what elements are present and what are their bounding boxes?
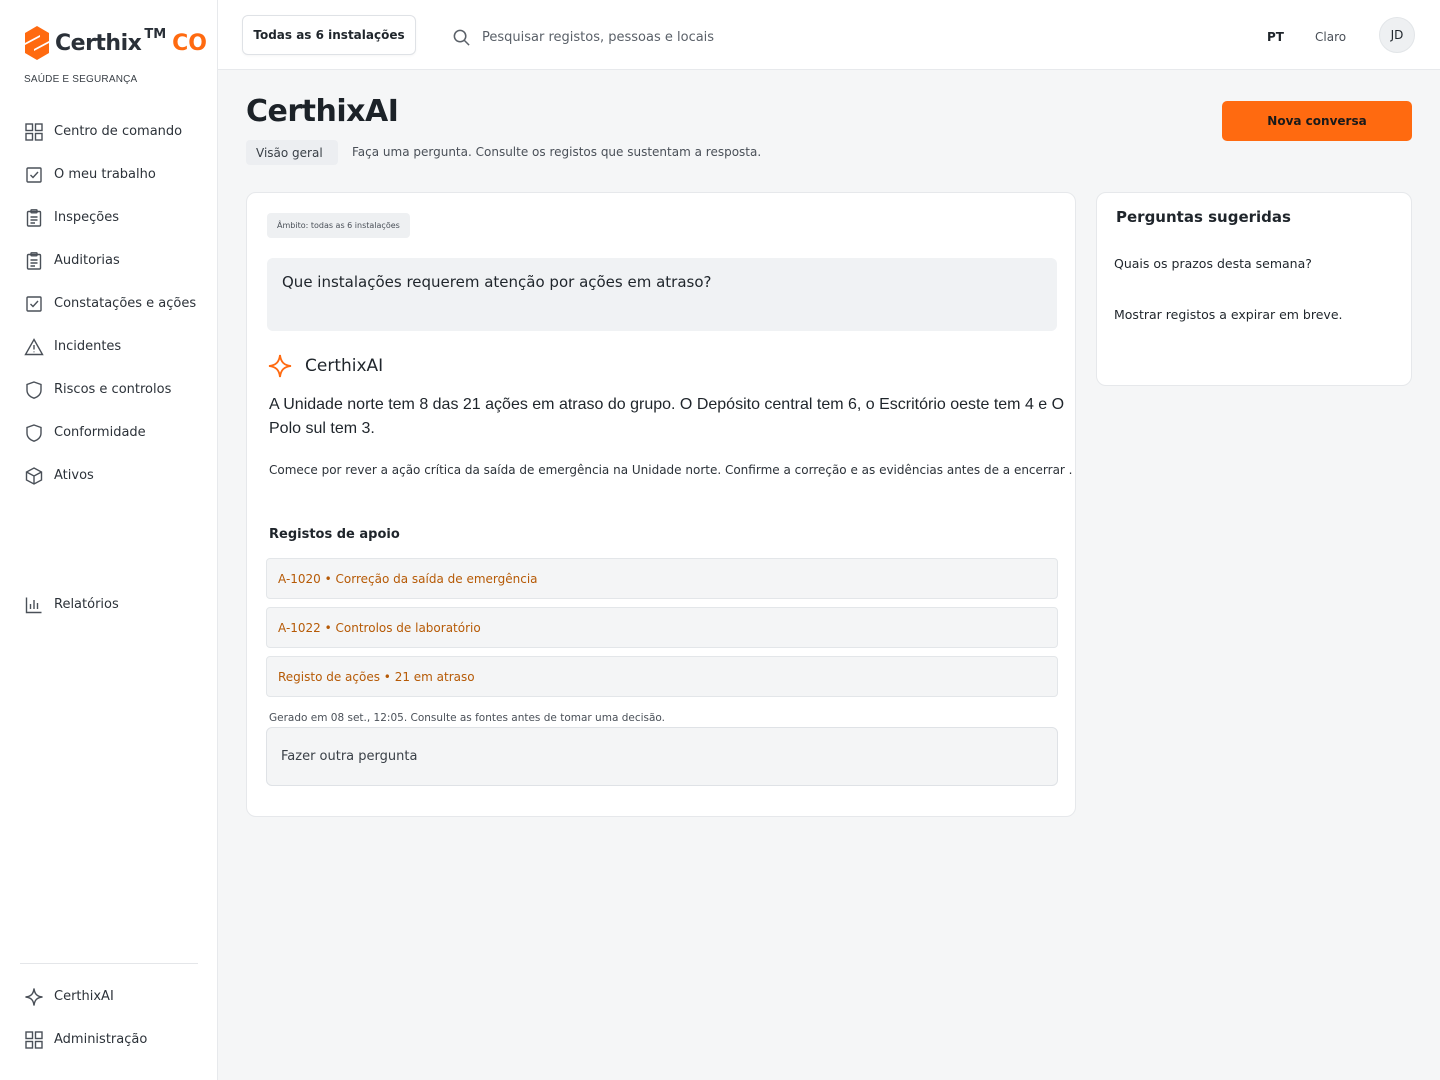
avatar[interactable]: JD bbox=[1379, 17, 1415, 53]
sidebar-item-label: CerthixAI bbox=[54, 989, 114, 1004]
record-link[interactable]: A-1022 • Controlos de laboratório bbox=[266, 607, 1058, 648]
suggested-questions-title: Perguntas sugeridas bbox=[1116, 208, 1291, 226]
sidebar-item-my-work[interactable]: O meu trabalho bbox=[20, 153, 200, 196]
sidebar-item-administration[interactable]: Administração bbox=[20, 1018, 200, 1061]
assistant-name: CerthixAI bbox=[305, 356, 384, 376]
sidebar-item-label: O meu trabalho bbox=[54, 167, 156, 182]
brand-subtitle: SAÚDE E SEGURANÇA bbox=[24, 74, 138, 85]
sidebar-item-label: Incidentes bbox=[54, 339, 122, 354]
checkbox-icon bbox=[26, 166, 42, 183]
warning-icon bbox=[24, 337, 44, 355]
assistant-header: CerthixAI bbox=[267, 353, 383, 379]
sidebar-reports-nav: Relatórios bbox=[20, 583, 200, 626]
page-subtitle: Faça uma pergunta. Consulte os registos … bbox=[352, 145, 762, 159]
shield-icon bbox=[26, 380, 42, 399]
search-input[interactable] bbox=[482, 29, 862, 45]
sidebar-item-label: Relatórios bbox=[54, 597, 119, 612]
sidebar-bottom-nav: CerthixAI Administração bbox=[20, 975, 200, 1061]
search-bar bbox=[452, 24, 872, 50]
grid-icon bbox=[25, 122, 43, 141]
clipboard-icon bbox=[26, 251, 42, 270]
sidebar-item-label: Conformidade bbox=[54, 425, 146, 440]
sparkle-icon bbox=[25, 987, 43, 1006]
sidebar-item-label: Constatações e ações bbox=[54, 296, 197, 311]
sidebar-item-audits[interactable]: Auditorias bbox=[20, 239, 200, 282]
sidebar-item-label: Ativos bbox=[54, 468, 94, 483]
grid-icon bbox=[25, 1030, 43, 1049]
sidebar-item-certhixai[interactable]: CerthixAI bbox=[20, 975, 200, 1018]
sidebar-item-label: Inspeções bbox=[54, 210, 119, 225]
sidebar-divider bbox=[20, 963, 198, 964]
suggested-question[interactable]: Mostrar registos a expirar em breve. bbox=[1114, 307, 1342, 322]
assistant-answer: A Unidade norte tem 8 das 21 ações em at… bbox=[269, 396, 1065, 437]
suggested-questions-panel: Perguntas sugeridas Quais os prazos dest… bbox=[1096, 192, 1412, 386]
generated-note: Gerado em 08 set., 12:05. Consulte as fo… bbox=[269, 712, 666, 724]
breadcrumb[interactable]: Visão geral bbox=[246, 140, 338, 165]
chat-panel: Âmbito: todas as 6 instalações Que insta… bbox=[246, 192, 1076, 817]
shield-icon bbox=[26, 423, 42, 442]
scope-tag: Âmbito: todas as 6 instalações bbox=[267, 213, 410, 238]
sidebar-item-compliance[interactable]: Conformidade bbox=[20, 411, 200, 454]
theme-toggle[interactable]: Claro bbox=[1315, 30, 1346, 44]
sidebar-item-risks-controls[interactable]: Riscos e controlos bbox=[20, 368, 200, 411]
sparkle-icon bbox=[268, 354, 292, 378]
bar-chart-icon bbox=[25, 597, 42, 613]
cube-icon bbox=[25, 466, 43, 485]
sidebar-item-assets[interactable]: Ativos bbox=[20, 454, 200, 497]
supporting-records-list: A-1020 • Correção da saída de emergência… bbox=[266, 558, 1058, 705]
top-bar: Todas as 6 instalações PT Claro JD bbox=[218, 0, 1440, 70]
record-link[interactable]: Registo de ações • 21 em atraso bbox=[266, 656, 1058, 697]
sidebar-item-command-center[interactable]: Centro de comando bbox=[20, 110, 200, 153]
sidebar-item-label: Riscos e controlos bbox=[54, 382, 172, 397]
sidebar: Certhix TM CO SAÚDE E SEGURANÇA Centro d… bbox=[0, 0, 218, 1080]
supporting-records-title: Registos de apoio bbox=[269, 527, 400, 542]
sidebar-item-label: Centro de comando bbox=[54, 124, 183, 139]
sidebar-item-incidents[interactable]: Incidentes bbox=[20, 325, 200, 368]
new-conversation-button[interactable]: Nova conversa bbox=[1222, 101, 1412, 141]
ask-question-input[interactable] bbox=[266, 727, 1058, 786]
suggested-question[interactable]: Quais os prazos desta semana? bbox=[1114, 256, 1312, 271]
sidebar-item-reports[interactable]: Relatórios bbox=[20, 583, 200, 626]
brand-suffix: CO bbox=[172, 30, 207, 56]
search-icon bbox=[453, 29, 470, 46]
brand-trademark: TM bbox=[144, 26, 167, 42]
brand-logo[interactable]: Certhix TM CO bbox=[24, 24, 207, 62]
sidebar-nav: Centro de comando O meu trabalho Inspeçõ… bbox=[20, 110, 200, 497]
language-selector[interactable]: PT bbox=[1267, 30, 1284, 44]
sidebar-item-findings-actions[interactable]: Constatações e ações bbox=[20, 282, 200, 325]
brand-name: Certhix bbox=[55, 30, 142, 56]
clipboard-icon bbox=[26, 208, 42, 227]
record-link[interactable]: A-1020 • Correção da saída de emergência bbox=[266, 558, 1058, 599]
user-question: Que instalações requerem atenção por açõ… bbox=[267, 258, 1057, 331]
sidebar-item-inspections[interactable]: Inspeções bbox=[20, 196, 200, 239]
checkbox-icon bbox=[26, 295, 42, 312]
sidebar-item-label: Administração bbox=[54, 1032, 148, 1047]
site-selector-button[interactable]: Todas as 6 instalações bbox=[242, 15, 416, 55]
page-title: CerthixAI bbox=[246, 94, 399, 129]
sidebar-item-label: Auditorias bbox=[54, 253, 120, 268]
brand-mark-icon bbox=[25, 26, 49, 60]
assistant-advice: Comece por rever a ação crítica da saída… bbox=[269, 463, 1073, 477]
